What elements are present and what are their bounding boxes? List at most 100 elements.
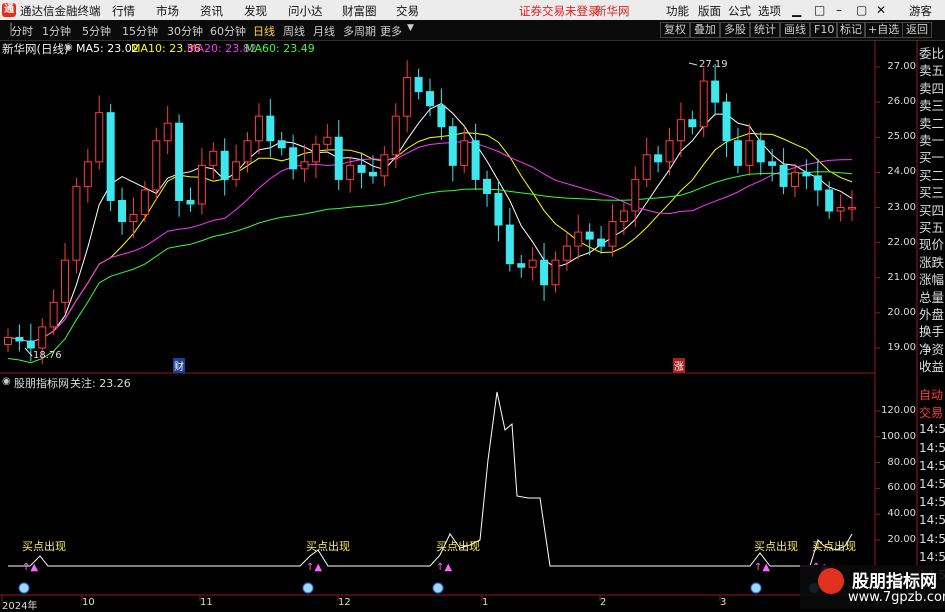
menu-item-quotes[interactable]: 行情 [112,3,135,19]
f10-button[interactable]: F10 [810,22,839,38]
mark-button[interactable]: 标记 [836,22,866,38]
candle-up [323,136,332,145]
candle-down [106,112,115,201]
side-trade-row: 14:56 [919,440,945,455]
candle-down [118,199,127,223]
tab-period-daily[interactable]: 日线 [253,23,275,39]
tab-period-30m[interactable]: 30分钟 [167,23,203,39]
candle-up [140,189,149,216]
restore-icon[interactable]: □ [814,3,825,17]
maximize-icon[interactable]: ▢ [856,3,867,17]
indicator-tick-label: 120.00 [881,405,916,416]
draw-line-button[interactable]: 画线 [780,22,810,38]
candle-down [540,259,549,286]
tab-period-15m[interactable]: 15分钟 [122,23,158,39]
candle-up [574,231,583,247]
indicator-collapse-icon[interactable]: ◉ [2,376,11,387]
price-tick-label: 22.00 [887,236,916,248]
kline-chart[interactable] [0,40,945,609]
side-quote-row: 现价 [919,237,945,253]
candle-down [334,136,343,180]
menu-item-wealth[interactable]: 财富圈 [342,3,377,19]
candle-up [631,178,640,212]
multi-stock-button[interactable]: 多股 [720,22,750,38]
candle-down [494,192,503,226]
side-quote-row: 净资 [919,341,945,357]
more-dropdown-icon[interactable]: ▼ [407,23,414,33]
tab-period-60m[interactable]: 60分钟 [210,23,246,39]
candle-up [300,161,309,170]
candle-down [654,154,663,163]
low-annotation: 18.76 [33,350,62,361]
side-quote-row: 买三 [919,185,945,201]
candle-down [585,231,594,240]
price-tick-label: 21.00 [887,271,916,283]
tab-period-multi[interactable]: 多周期 [343,23,376,39]
tab-period-intraday[interactable]: 分时 [11,23,33,39]
candle-down [813,175,822,191]
finance-marker[interactable]: 财 [173,358,185,373]
overlay-button[interactable]: 叠加 [690,22,720,38]
menu-item-function[interactable]: 功能 [666,3,689,19]
menu-item-layout[interactable]: 版面 [698,3,721,19]
candle-up [380,154,389,177]
adjust-button[interactable]: 复权 [660,22,690,38]
menu-item-news[interactable]: 资讯 [200,3,223,19]
candle-down [368,171,377,177]
tab-period-1m[interactable]: 1分钟 [42,23,71,39]
candle-down [448,126,457,166]
side-quote-row: 总量 [919,289,945,305]
tab-period-monthly[interactable]: 月线 [313,23,335,39]
period-toolbar: ▕ 分时 1分钟 5分钟 15分钟 30分钟 60分钟 日线 周线 月线 多周期… [0,20,945,41]
back-button[interactable]: 返回 [902,22,932,38]
price-tick-label: 25.00 [887,131,916,143]
menu-item-options[interactable]: 选项 [758,3,781,19]
indicator-focus: 关注: 23.26 [70,377,131,390]
menu-item-formula[interactable]: 公式 [728,3,751,19]
buy-signal-arrow-icon: ↑▲ [306,562,323,573]
minimize-window-icon[interactable]: – [836,3,842,17]
ma20-line [7,140,853,343]
tab-period-5m[interactable]: 5分钟 [82,23,111,39]
date-tick-label: 11 [200,597,213,608]
candle-up [699,80,708,128]
side-quote-row: 卖二 [919,115,945,131]
signal-dot [18,582,30,594]
guest-user[interactable]: 游客 [909,3,932,19]
side-trade-row: 自动 [919,388,944,402]
ma60-line [7,171,853,364]
menu-item-market[interactable]: 市场 [156,3,179,19]
side-trade-row: 14:56 [919,549,945,564]
candle-up [311,143,320,163]
side-trade-row: 14:56 [919,531,945,546]
price-tick-label: 24.00 [887,166,916,178]
candle-down [505,224,514,265]
menu-item-trade[interactable]: 交易 [396,3,419,19]
candle-up [551,259,560,286]
indicator-tick-label: 80.00 [887,456,916,468]
tab-period-weekly[interactable]: 周线 [283,23,305,39]
candle-down [711,80,720,103]
menu-item-discover[interactable]: 发现 [244,3,267,19]
candle-up [152,140,161,191]
candle-down [26,340,35,349]
side-quote-row: 买四 [919,202,945,218]
close-icon[interactable]: ✕ [876,3,886,17]
candle-up [562,245,571,261]
indicator-title: 股朋指标网 [14,377,69,390]
login-status[interactable]: 证券交易未登录 [519,3,600,19]
candle-up [346,164,355,180]
menu-item-ask[interactable]: 问小达 [288,3,323,19]
candle-up [391,115,400,156]
buy-signal-arrow-icon: ↑▲ [436,562,453,573]
price-tick-label: 26.00 [887,96,916,108]
price-tick-label: 23.00 [887,201,916,213]
tab-period-more[interactable]: 更多 [380,23,402,39]
stats-button[interactable]: 统计 [750,22,780,38]
side-quote-row: 卖一 [919,133,945,148]
minimize-icon[interactable]: ▁ [792,3,801,17]
candle-down [414,77,423,93]
side-quote-row: 买二 [919,167,945,183]
rise-marker[interactable]: 涨 [673,358,685,373]
add-watchlist-button[interactable]: +自选 [864,22,904,38]
